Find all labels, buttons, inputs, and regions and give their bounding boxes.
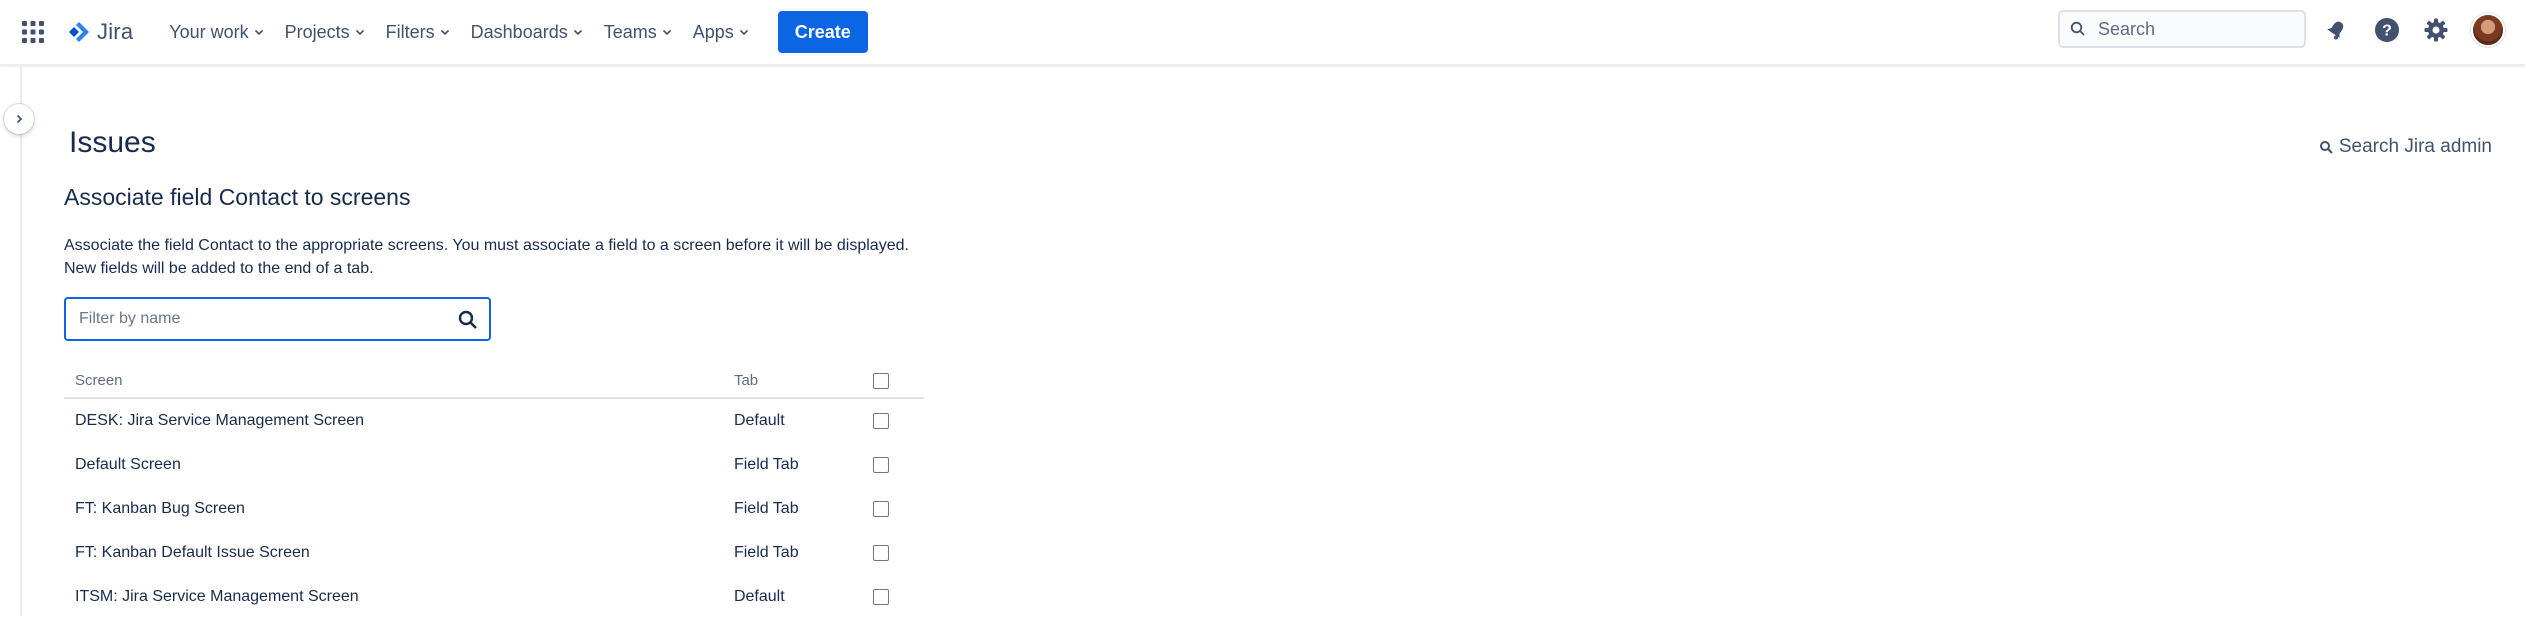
chevron-down-icon: [738, 26, 750, 38]
nav-your-work-label: Your work: [169, 21, 249, 42]
logo-text: Jira: [97, 19, 134, 44]
nav-projects[interactable]: Projects: [275, 12, 376, 52]
screen-name: ITSM: Jira Service Management Screen: [75, 588, 359, 605]
tab-name: Field Tab: [733, 456, 799, 473]
page-title: Issues: [69, 126, 156, 159]
screens-table: Screen Tab DESK: Jira Service Management…: [64, 363, 924, 619]
screen-name: DESK: Jira Service Management Screen: [75, 412, 365, 429]
chevron-down-icon: [253, 26, 265, 38]
app-switcher-icon[interactable]: [18, 17, 48, 47]
column-header-screen: Screen: [64, 363, 734, 399]
select-all-checkbox[interactable]: [872, 372, 889, 389]
screen-name: Default Screen: [75, 456, 181, 473]
chevron-right-icon: [16, 114, 23, 124]
row-checkbox[interactable]: [872, 500, 889, 517]
row-checkbox[interactable]: [872, 412, 889, 429]
table-row: Default Screen Field Tab: [64, 443, 924, 487]
svg-text:?: ?: [2382, 23, 2392, 40]
row-checkbox[interactable]: [872, 456, 889, 473]
search-icon[interactable]: [457, 309, 479, 331]
row-checkbox-cell: [872, 531, 924, 575]
row-checkbox[interactable]: [872, 588, 889, 605]
global-search[interactable]: [2058, 10, 2306, 48]
description: Associate the field Contact to the appro…: [64, 234, 909, 280]
tab-name: Field Tab: [733, 544, 799, 561]
nav-teams[interactable]: Teams: [594, 12, 683, 52]
tab-name: Default: [733, 412, 785, 429]
nav-projects-label: Projects: [284, 21, 350, 42]
row-checkbox-cell: [872, 487, 924, 531]
chevron-down-icon: [572, 26, 584, 38]
section-title: Associate field Contact to screens: [64, 184, 411, 210]
nav-filters[interactable]: Filters: [376, 12, 461, 52]
filter-by-name-input[interactable]: [77, 309, 441, 329]
chevron-down-icon: [354, 26, 366, 38]
tab-name: Default: [733, 588, 785, 605]
user-avatar[interactable]: [2471, 13, 2505, 47]
description-line-2: New fields will be added to the end of a…: [64, 260, 374, 277]
column-header-tab: Tab: [733, 363, 873, 399]
row-checkbox[interactable]: [872, 544, 889, 561]
nav-apps-label: Apps: [692, 21, 734, 42]
chevron-down-icon: [661, 26, 673, 38]
jira-logo-icon: [69, 22, 89, 42]
nav-dashboards[interactable]: Dashboards: [461, 12, 594, 52]
screen-name: FT: Kanban Default Issue Screen: [75, 544, 310, 561]
nav-teams-label: Teams: [603, 21, 657, 42]
help-icon[interactable]: ?: [2370, 13, 2404, 47]
row-checkbox-cell: [872, 398, 924, 443]
table-row: FT: Kanban Bug Screen Field Tab: [64, 487, 924, 531]
description-line-1: Associate the field Contact to the appro…: [64, 237, 909, 254]
settings-icon[interactable]: [2419, 13, 2453, 47]
table-row: FT: Kanban Default Issue Screen Field Ta…: [64, 531, 924, 575]
sidebar-divider: [20, 66, 22, 616]
search-icon: [2319, 141, 2333, 154]
nav-left: Jira Your work Projects Filters Dashboar…: [18, 0, 868, 64]
jira-logo[interactable]: Jira: [68, 19, 133, 45]
notifications-icon[interactable]: [2319, 13, 2353, 47]
table-row: DESK: Jira Service Management Screen Def…: [64, 398, 924, 443]
nav-filters-label: Filters: [385, 21, 435, 42]
screen-name: FT: Kanban Bug Screen: [75, 500, 245, 517]
search-jira-admin-label: Search Jira admin: [2338, 136, 2492, 157]
nav-your-work[interactable]: Your work: [159, 12, 274, 52]
nav-apps[interactable]: Apps: [683, 12, 760, 52]
table-header-row: Screen Tab: [64, 363, 924, 399]
expand-sidebar-button[interactable]: [4, 104, 34, 134]
column-header-select-all: [872, 363, 924, 399]
row-checkbox-cell: [872, 575, 924, 619]
chevron-down-icon: [439, 26, 451, 38]
filter-by-name-field[interactable]: [64, 297, 491, 341]
global-search-input[interactable]: [2096, 17, 2290, 41]
tab-name: Field Tab: [733, 500, 799, 517]
search-jira-admin-link[interactable]: Search Jira admin: [2319, 136, 2492, 158]
create-button[interactable]: Create: [777, 11, 868, 53]
row-checkbox-cell: [872, 443, 924, 487]
search-icon: [2070, 21, 2086, 37]
top-navigation: Jira Your work Projects Filters Dashboar…: [0, 0, 2525, 66]
table-row: ITSM: Jira Service Management Screen Def…: [64, 575, 924, 619]
nav-dashboards-label: Dashboards: [470, 21, 568, 42]
